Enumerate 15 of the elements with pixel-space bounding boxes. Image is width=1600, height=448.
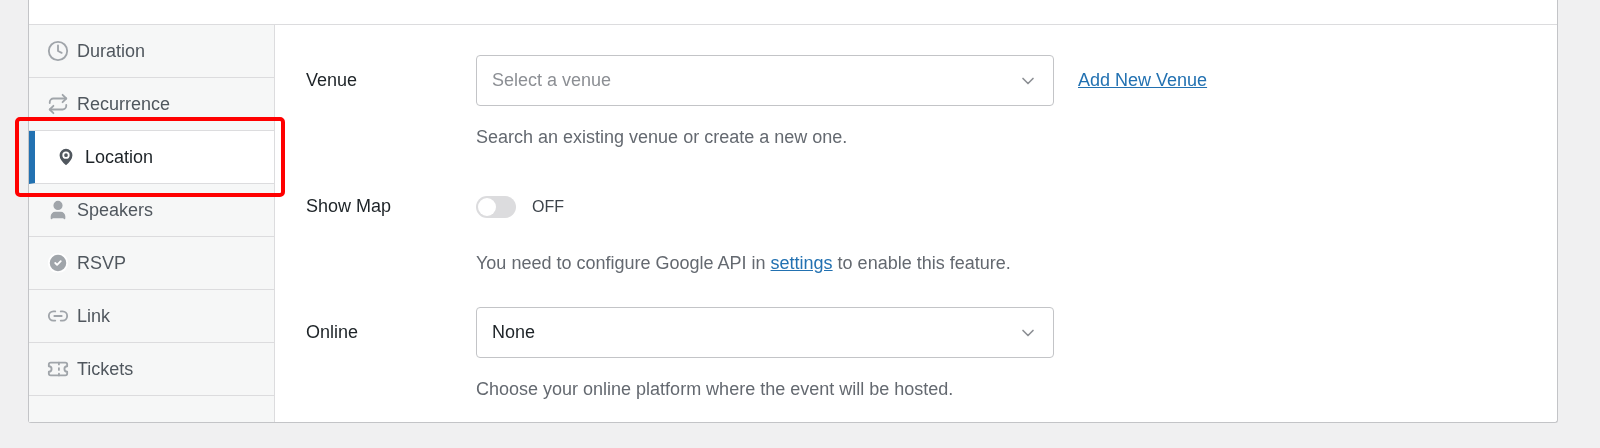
field-label: Venue	[306, 69, 359, 92]
field-label: Online	[306, 321, 360, 344]
field-label: Show Map	[306, 195, 393, 218]
clock-icon	[47, 40, 69, 62]
help-text: Search an existing venue or create a new one.	[476, 126, 849, 149]
check-circle-icon	[47, 252, 69, 274]
settings-link[interactable]: settings	[770, 253, 833, 273]
repeat-icon	[47, 93, 69, 115]
toggle-state-text: OFF	[532, 196, 564, 217]
select-field[interactable]: None	[476, 307, 1054, 358]
help-text: Choose your online platform where the event will be hosted.	[476, 378, 955, 401]
help-text: You need to configure Google API in settings to enable this feature.	[476, 252, 1011, 275]
sidebar-tab[interactable]: Location	[29, 131, 274, 184]
toggle-switch[interactable]	[476, 195, 516, 218]
add-venue-link[interactable]: Add New Venue	[1078, 67, 1208, 94]
